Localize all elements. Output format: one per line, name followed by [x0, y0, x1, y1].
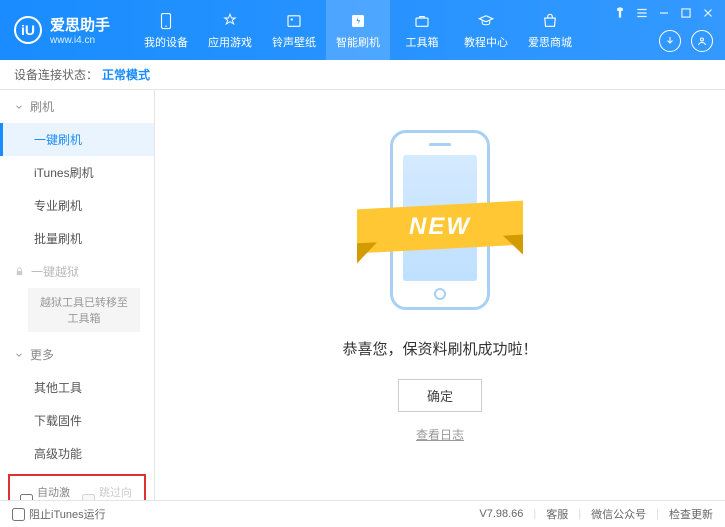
graduation-icon [476, 11, 496, 31]
sidebar-section-flash[interactable]: 刷机 [0, 90, 154, 123]
maximize-icon[interactable] [679, 6, 693, 20]
chevron-down-icon [14, 102, 24, 112]
skip-guide-checkbox[interactable]: 跳过向导 [82, 484, 134, 500]
sidebar-section-more[interactable]: 更多 [0, 338, 154, 371]
app-header: iU 爱思助手 www.i4.cn 我的设备 应用游戏 铃声壁纸 智能刷机 工具… [0, 0, 725, 60]
header-actions [659, 30, 713, 52]
nav-toolbox[interactable]: 工具箱 [390, 0, 454, 60]
toolbox-icon [412, 11, 432, 31]
nav-my-device[interactable]: 我的设备 [134, 0, 198, 60]
nav-apps[interactable]: 应用游戏 [198, 0, 262, 60]
phone-icon [156, 11, 176, 31]
auto-activate-checkbox[interactable]: 自动激活 [20, 484, 72, 500]
footer-link-support[interactable]: 客服 [546, 506, 568, 522]
close-icon[interactable] [701, 6, 715, 20]
new-ribbon: NEW [357, 201, 523, 254]
logo-icon: iU [14, 16, 42, 44]
logo-block: iU 爱思助手 www.i4.cn [0, 14, 124, 46]
status-mode: 正常模式 [102, 66, 150, 83]
sidebar-item-other-tools[interactable]: 其他工具 [0, 371, 154, 404]
minimize-icon[interactable] [657, 6, 671, 20]
menu-icon[interactable] [635, 6, 649, 20]
shop-icon [540, 11, 560, 31]
nav-tutorials[interactable]: 教程中心 [454, 0, 518, 60]
download-button[interactable] [659, 30, 681, 52]
chevron-down-icon [14, 350, 24, 360]
version-label: V7.98.66 [479, 508, 523, 520]
success-message: 恭喜您，保资料刷机成功啦！ [342, 338, 537, 359]
sidebar-item-pro[interactable]: 专业刷机 [0, 189, 154, 222]
sidebar-item-download-fw[interactable]: 下载固件 [0, 404, 154, 437]
app-subtitle: www.i4.cn [50, 35, 110, 46]
jailbreak-note: 越狱工具已转移至工具箱 [28, 288, 140, 332]
block-itunes-checkbox[interactable]: 阻止iTunes运行 [12, 506, 106, 522]
options-highlight: 自动激活 跳过向导 [8, 474, 146, 500]
window-controls [613, 6, 715, 20]
sidebar-item-itunes[interactable]: iTunes刷机 [0, 156, 154, 189]
sidebar: 刷机 一键刷机 iTunes刷机 专业刷机 批量刷机 一键越狱 越狱工具已转移至… [0, 90, 155, 500]
view-log-link[interactable]: 查看日志 [416, 426, 464, 443]
footer-link-update[interactable]: 检查更新 [669, 506, 713, 522]
sidebar-item-advanced[interactable]: 高级功能 [0, 437, 154, 470]
image-icon [284, 11, 304, 31]
flash-icon [348, 11, 368, 31]
sidebar-item-batch[interactable]: 批量刷机 [0, 222, 154, 255]
top-nav: 我的设备 应用游戏 铃声壁纸 智能刷机 工具箱 教程中心 爱思商城 [134, 0, 582, 60]
lock-icon [14, 266, 25, 277]
status-bar: 设备连接状态： 正常模式 [0, 60, 725, 90]
app-title: 爱思助手 [50, 14, 110, 35]
ok-button[interactable]: 确定 [398, 379, 482, 412]
nav-ringtones[interactable]: 铃声壁纸 [262, 0, 326, 60]
main-content: NEW 恭喜您，保资料刷机成功啦！ 确定 查看日志 [155, 90, 725, 500]
apps-icon [220, 11, 240, 31]
nav-shop[interactable]: 爱思商城 [518, 0, 582, 60]
footer-link-wechat[interactable]: 微信公众号 [591, 506, 646, 522]
status-label: 设备连接状态： [14, 66, 98, 83]
skin-icon[interactable] [613, 6, 627, 20]
user-button[interactable] [691, 30, 713, 52]
footer: 阻止iTunes运行 V7.98.66 | 客服 | 微信公众号 | 检查更新 [0, 500, 725, 527]
success-illustration: NEW [375, 120, 505, 320]
sidebar-section-jailbreak: 一键越狱 [0, 255, 154, 288]
sidebar-item-oneclick[interactable]: 一键刷机 [0, 123, 154, 156]
nav-flash[interactable]: 智能刷机 [326, 0, 390, 60]
